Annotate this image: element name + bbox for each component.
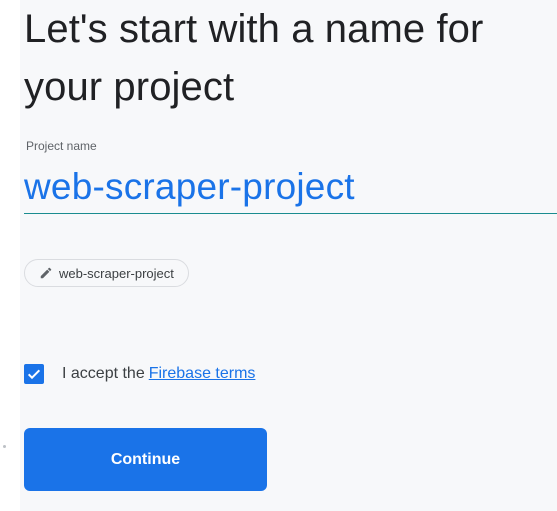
project-name-label: Project name (26, 139, 97, 153)
terms-text: I accept the (62, 365, 145, 382)
page-title: Let's start with a name for your project (24, 7, 484, 109)
pencil-icon (39, 266, 53, 280)
project-name-input[interactable] (24, 160, 557, 214)
project-id-chip[interactable]: web-scraper-project (24, 259, 189, 287)
continue-button[interactable]: Continue (24, 428, 267, 491)
terms-checkbox[interactable] (24, 364, 44, 384)
check-icon (27, 369, 41, 380)
project-id-text: web-scraper-project (59, 265, 174, 281)
decorative-dot (3, 445, 6, 448)
terms-row: I accept the Firebase terms (24, 364, 255, 384)
firebase-terms-link[interactable]: Firebase terms (149, 365, 256, 383)
